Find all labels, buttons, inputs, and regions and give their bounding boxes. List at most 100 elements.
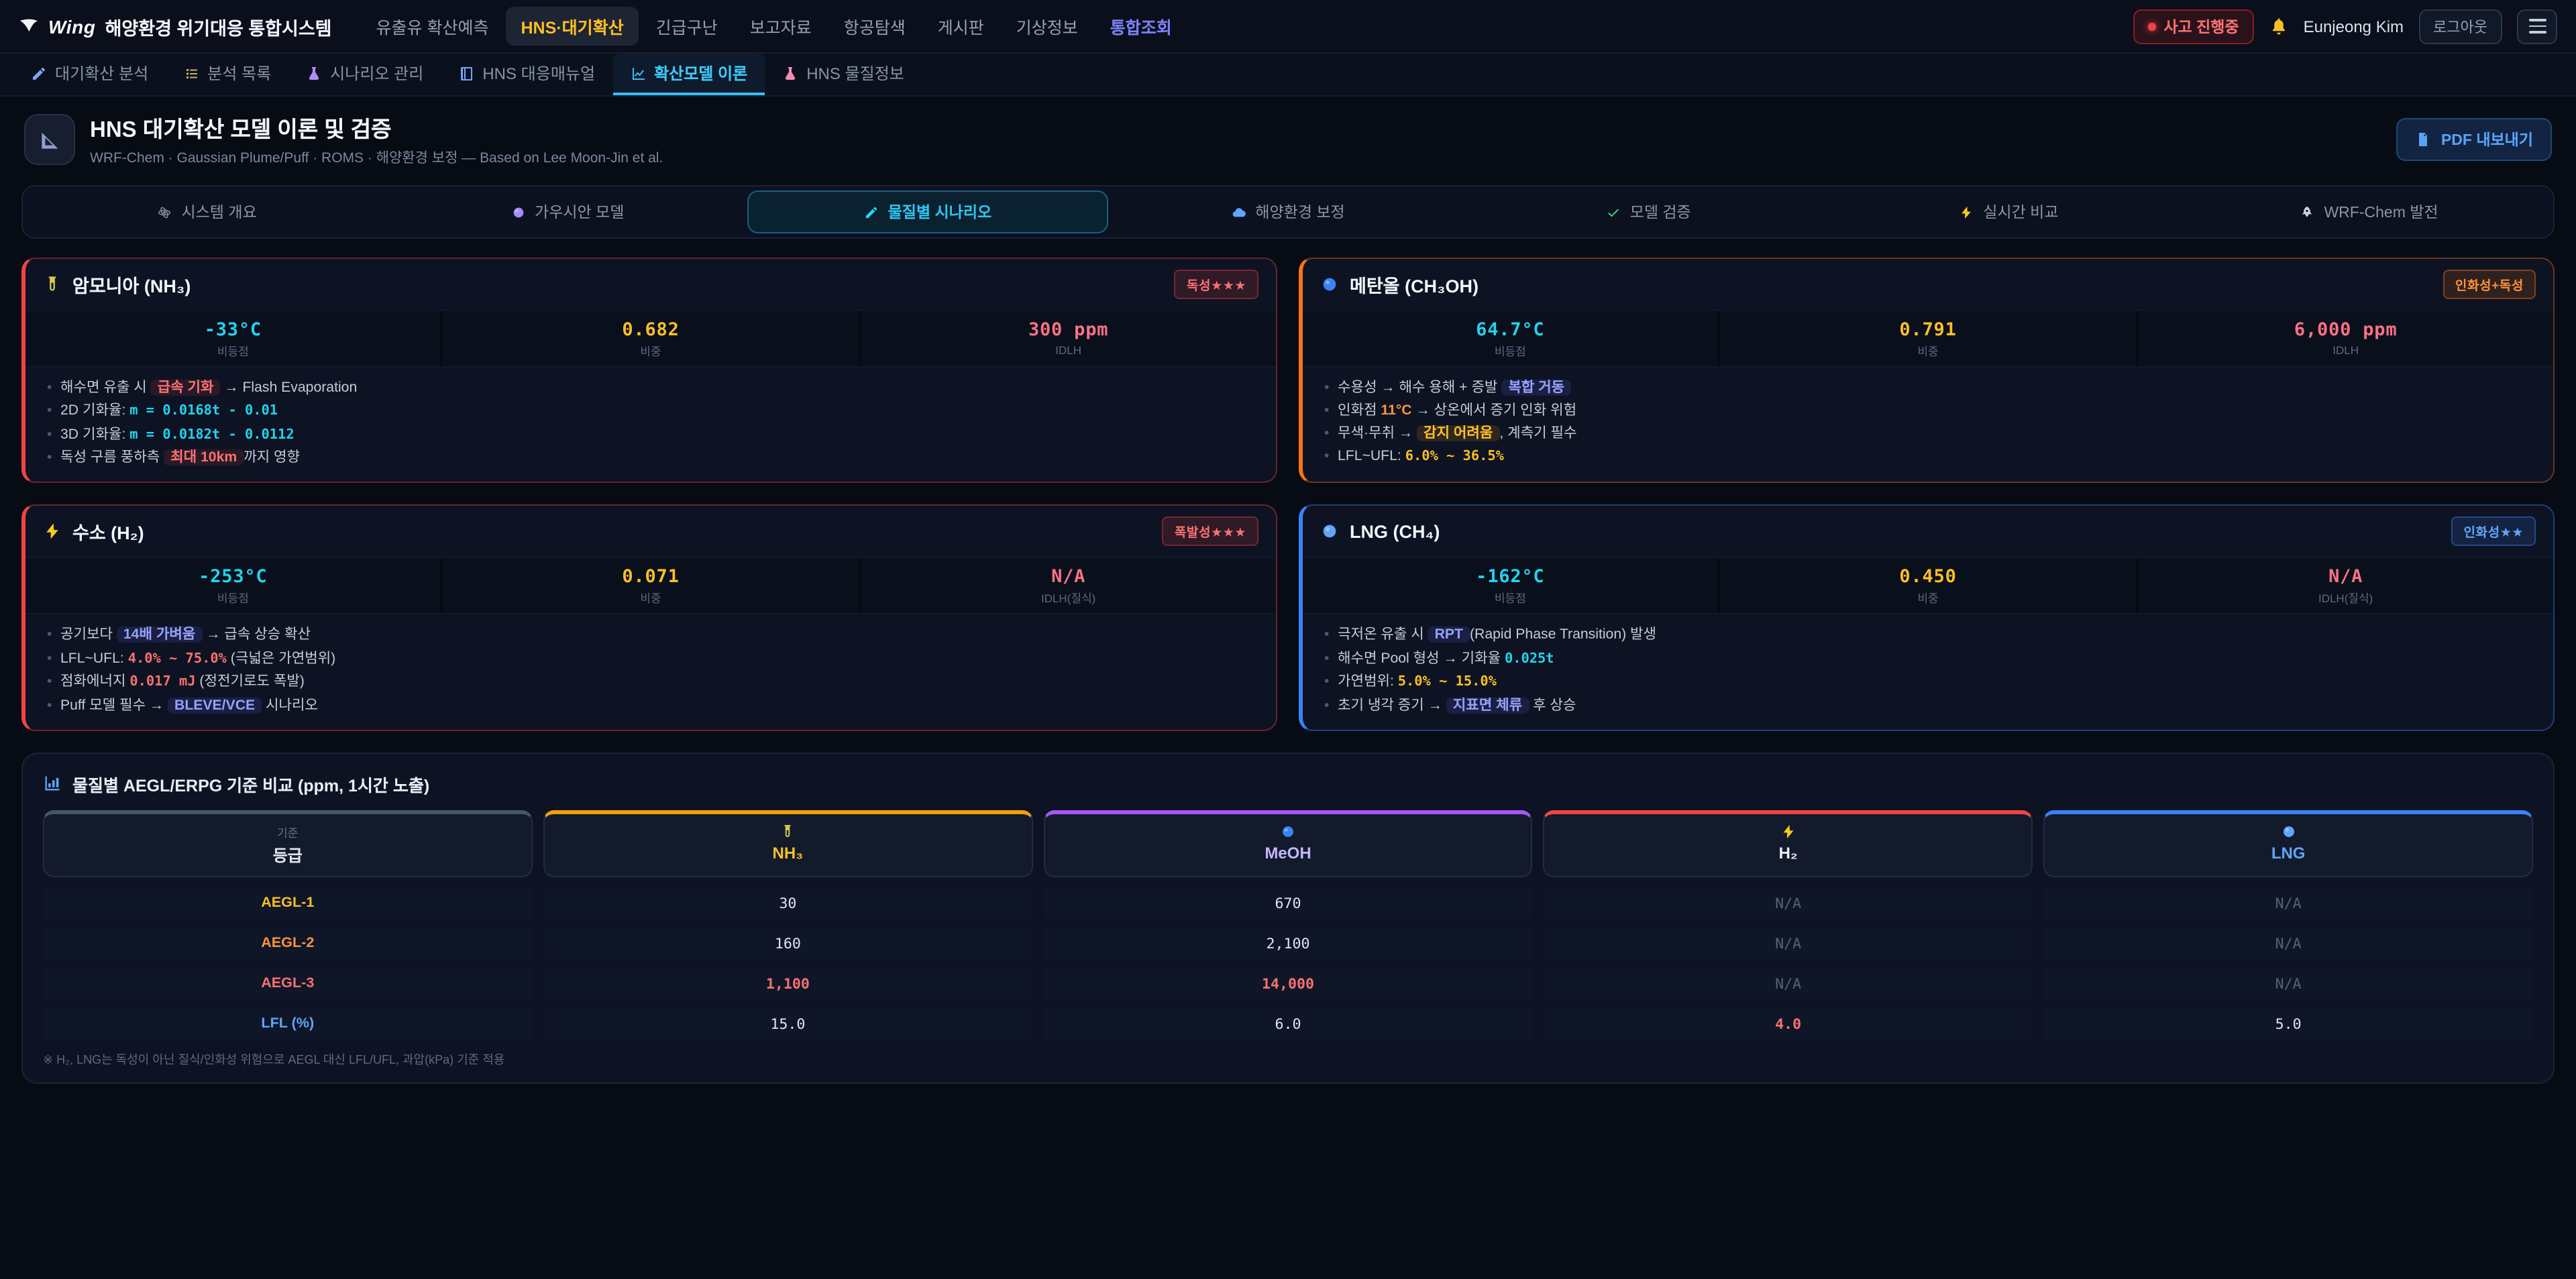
- table-cell: N/A: [1544, 926, 2033, 960]
- brand-title: 해양환경 위기대응 통합시스템: [105, 13, 332, 40]
- section-tab-label: 해양환경 보정: [1255, 201, 1344, 223]
- table-cell: N/A: [2043, 886, 2533, 920]
- column-header-name: 등급: [44, 843, 531, 866]
- stat-value: 300 ppm: [866, 319, 1271, 341]
- substance-notes: 공기보다 14배 가벼움 → 급속 상승 확산LFL~UFL: 4.0% ~ 7…: [25, 615, 1276, 730]
- column-header-criteria: 기준등급: [43, 810, 533, 877]
- incident-label: 사고 진행중: [2163, 15, 2239, 37]
- substance-cards-grid: 암모니아 (NH₃)독성★★★-33°C비등점0.682비중300 ppmIDL…: [21, 258, 2555, 730]
- substance-card-hydrogen: 수소 (H₂)폭발성★★★-253°C비등점0.071비중N/AIDLH(질식)…: [21, 505, 1277, 731]
- row-label: AEGL-1: [43, 886, 533, 920]
- bolt-icon: [43, 522, 62, 541]
- nav-item-weather-info[interactable]: 기상정보: [1002, 7, 1093, 46]
- substance-notes: 수용성 → 해수 용해 + 증발 복합 거동인화점 11°C → 상온에서 증기…: [1303, 368, 2553, 482]
- substance-card-lng: LNG (CH₄) 인화성★★ -162°C비등점0.450비중N/AIDLH(질식…: [1299, 505, 2555, 731]
- bolt-icon: [1780, 823, 1796, 839]
- section-tab-realtime-comparison[interactable]: 실시간 비교: [1829, 190, 2189, 233]
- table-row: AEGL-31,10014,000N/AN/A: [43, 966, 2533, 1000]
- subnav-item-diffusion-model-theory[interactable]: 확산모델 이론: [612, 54, 765, 95]
- table-cell: 6.0: [1043, 1007, 1533, 1040]
- comparison-table-header: 기준등급NH₃MeOHH₂LNG: [43, 810, 2533, 877]
- table-cell: N/A: [1544, 966, 2033, 1000]
- dot-icon: [2280, 823, 2296, 839]
- stat-label: 비중: [449, 343, 853, 359]
- note-item: 3D 기화율: m = 0.0182t - 0.0112: [46, 423, 1256, 447]
- notifications-button[interactable]: [2269, 16, 2289, 36]
- pdf-export-button[interactable]: PDF 내보내기: [2397, 118, 2552, 161]
- stat-value: N/A: [866, 567, 1271, 588]
- set-square-icon: [37, 127, 62, 152]
- subnav-item-scenario-management[interactable]: 시나리오 관리: [288, 54, 441, 95]
- note-item: 독성 구름 풍하측 최대 10km까지 영향: [46, 447, 1256, 469]
- pencil-icon: [31, 65, 47, 81]
- nav-item-aerial-search[interactable]: 항공탐색: [829, 7, 920, 46]
- subnav-item-hns-response-manual[interactable]: HNS 대응매뉴얼: [441, 54, 612, 95]
- user-name: Eunjeong Kim: [2304, 17, 2404, 36]
- subnav-item-analysis-list[interactable]: 분석 목록: [166, 54, 288, 95]
- hazard-badge: 폭발성★★★: [1163, 517, 1258, 547]
- stat-value: -33°C: [31, 319, 435, 341]
- note-item: 2D 기화율: m = 0.0168t - 0.01: [46, 400, 1256, 423]
- hazard-badge: 인화성★★: [2451, 517, 2536, 547]
- brand[interactable]: Wing 해양환경 위기대응 통합시스템: [19, 13, 332, 40]
- section-tab-gaussian-model[interactable]: 가우시안 모델: [387, 190, 747, 233]
- nav-item-oil-spill-prediction[interactable]: 유출유 확산예측: [362, 7, 504, 46]
- section-tab-label: 가우시안 모델: [535, 201, 624, 223]
- bar-chart-icon: [43, 774, 62, 793]
- bell-icon: [2269, 16, 2289, 36]
- substance-title: 메탄올 (CH₃OH): [1350, 271, 1479, 298]
- column-header-nh3: NH₃: [543, 810, 1033, 877]
- nav-item-emergency-rescue[interactable]: 긴급구난: [641, 7, 733, 46]
- app-viewport: Wing 해양환경 위기대응 통합시스템 유출유 확산예측HNS·대기확산긴급구…: [0, 0, 2576, 1279]
- section-tab-wrf-chem[interactable]: WRF-Chem 발전: [2189, 190, 2549, 233]
- section-tab-ocean-env-correction[interactable]: 해양환경 보정: [1108, 190, 1468, 233]
- table-cell: 4.0: [1544, 1007, 2033, 1040]
- page-header: HNS 대기확산 모델 이론 및 검증 WRF-Chem · Gaussian …: [24, 111, 2552, 168]
- stats-row: -162°C비등점0.450비중N/AIDLH(질식): [1303, 557, 2553, 615]
- dot-icon: [1320, 522, 1339, 541]
- nav-item-board[interactable]: 게시판: [923, 7, 999, 46]
- hamburger-menu-button[interactable]: [2517, 9, 2557, 44]
- stat-value: 0.791: [1726, 319, 2131, 341]
- substance-title: LNG (CH₄): [1350, 522, 1440, 542]
- substance-card-ammonia: 암모니아 (NH₃)독성★★★-33°C비등점0.682비중300 ppmIDL…: [21, 258, 1277, 484]
- section-tab-substance-scenarios[interactable]: 물질별 시나리오: [747, 190, 1108, 233]
- substance-title: 암모니아 (NH₃): [72, 271, 191, 298]
- nav-item-report-data[interactable]: 보고자료: [735, 7, 826, 46]
- incident-status-badge[interactable]: 사고 진행중: [2133, 9, 2253, 44]
- hazard-badge: 인화성+독성: [2443, 270, 2536, 299]
- note-item: LFL~UFL: 4.0% ~ 75.0% (극넓은 가연범위): [46, 647, 1256, 671]
- stat-specific-gravity: 0.682 비중: [443, 311, 859, 366]
- table-cell: N/A: [2043, 926, 2533, 960]
- wing-logo-icon: [19, 16, 39, 36]
- rocket-icon: [2300, 205, 2314, 219]
- page-content: HNS 대기확산 모델 이론 및 검증 WRF-Chem · Gaussian …: [0, 97, 2576, 1083]
- subnav-item-hns-substance-info[interactable]: HNS 물질정보: [765, 54, 922, 95]
- note-item: 가연범위: 5.0% ~ 15.0%: [1323, 671, 2533, 694]
- nav-item-hns-air-diffusion[interactable]: HNS·대기확산: [506, 7, 639, 46]
- table-cell: N/A: [2043, 966, 2533, 1000]
- section-tab-label: WRF-Chem 발전: [2324, 201, 2438, 223]
- substance-notes: 해수면 유출 시 급속 기화 → Flash Evaporation2D 기화율…: [25, 368, 1276, 482]
- page-icon-box: [24, 114, 75, 165]
- stat-specific-gravity: 0.791비중: [1721, 311, 2136, 366]
- subnav-item-diffusion-analysis[interactable]: 대기확산 분석: [13, 54, 166, 95]
- stat-label: 비중: [1726, 591, 2131, 607]
- substance-title: 수소 (H₂): [72, 518, 144, 545]
- flask-icon: [782, 65, 798, 81]
- logout-button[interactable]: 로그아웃: [2418, 9, 2502, 44]
- table-footnote: ※ H₂, LNG는 독성이 아닌 질식/인화성 위험으로 AEGL 대신 LF…: [43, 1050, 2533, 1067]
- nav-item-integrated-search[interactable]: 통합조회: [1095, 7, 1187, 46]
- main-nav: 유출유 확산예측HNS·대기확산긴급구난보고자료항공탐색게시판기상정보통합조회: [362, 7, 1187, 46]
- page-header-left: HNS 대기확산 모델 이론 및 검증 WRF-Chem · Gaussian …: [24, 111, 663, 168]
- dot-icon: [1320, 275, 1339, 294]
- section-tab-model-validation[interactable]: 모델 검증: [1468, 190, 1829, 233]
- stat-value: 0.682: [449, 319, 853, 341]
- table-cell: 15.0: [543, 1007, 1033, 1040]
- sub-navbar: 대기확산 분석분석 목록시나리오 관리HNS 대응매뉴얼 확산모델 이론 HNS 물…: [0, 54, 2576, 97]
- stat-specific-gravity: 0.071비중: [443, 559, 859, 614]
- table-cell: 160: [543, 926, 1033, 960]
- section-tab-system-overview[interactable]: 시스템 개요: [27, 190, 387, 233]
- subnav-item-label: 확산모델 이론: [654, 62, 747, 85]
- stat-idlh: 300 ppmIDLH: [861, 311, 1276, 366]
